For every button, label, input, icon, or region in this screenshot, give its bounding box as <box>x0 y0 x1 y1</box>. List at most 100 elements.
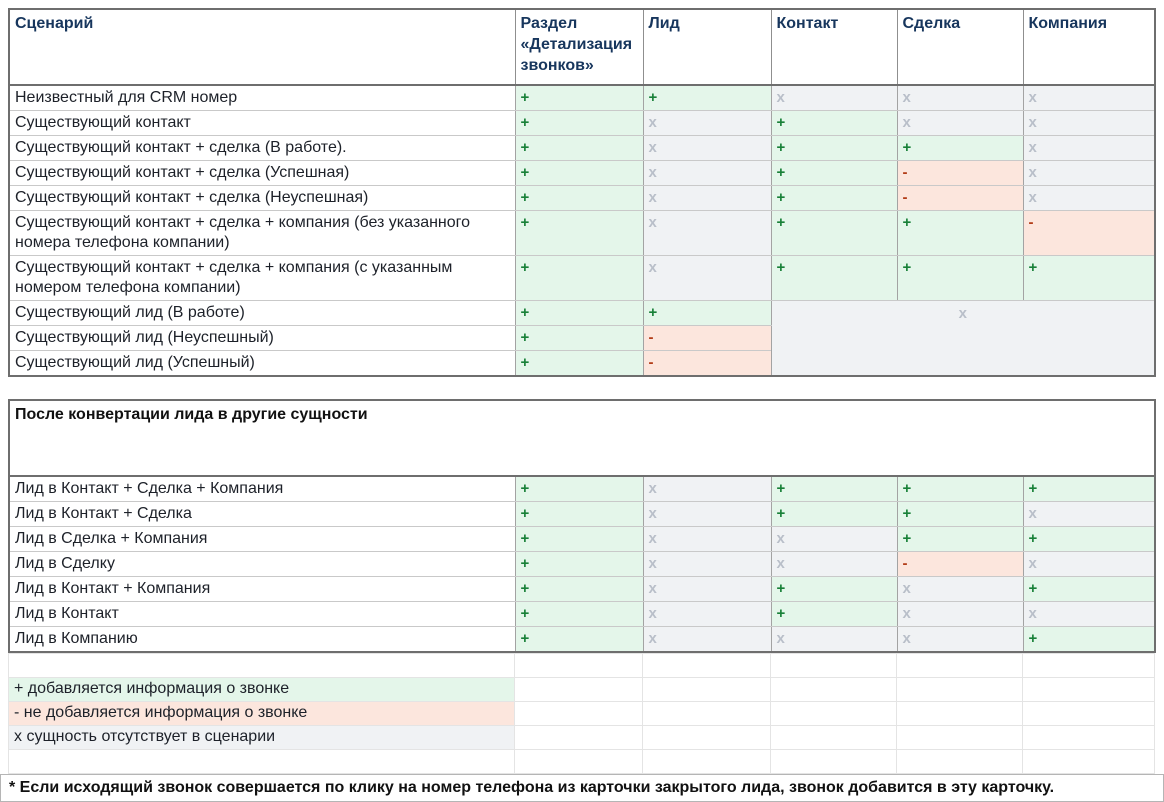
value-cell: x <box>771 85 897 111</box>
value-cell: - <box>643 326 771 351</box>
empty-cell <box>897 702 1023 726</box>
table-row: Лид в Контакт+x+xx <box>9 602 1155 627</box>
value-cell: x <box>771 552 897 577</box>
value-cell: + <box>771 577 897 602</box>
value-cell: + <box>771 256 897 301</box>
column-header-3: Контакт <box>771 9 897 85</box>
empty-cell <box>515 678 643 702</box>
value-cell: + <box>515 577 643 602</box>
value-cell: - <box>1023 211 1155 256</box>
value-cell: + <box>771 186 897 211</box>
empty-cell <box>771 726 897 750</box>
empty-cell <box>643 678 771 702</box>
empty-grid-row <box>9 750 1155 774</box>
value-cell: x <box>897 85 1023 111</box>
scenario-label: Лид в Сделка + Компания <box>9 527 515 552</box>
value-cell: + <box>515 211 643 256</box>
value-cell: + <box>1023 476 1155 502</box>
scenario-label: Существующий лид (В работе) <box>9 301 515 326</box>
call-scenarios-table: СценарийРаздел «Детализация звонков»ЛидК… <box>8 8 1156 377</box>
value-cell: + <box>643 301 771 326</box>
value-cell: + <box>771 602 897 627</box>
value-cell: x <box>1023 136 1155 161</box>
value-cell: + <box>515 256 643 301</box>
empty-cell <box>1023 678 1155 702</box>
value-cell: x <box>1023 111 1155 136</box>
value-cell: - <box>897 161 1023 186</box>
table-row: Существующий контакт + сделка + компания… <box>9 256 1155 301</box>
table-row: Существующий лид (В работе)++x <box>9 301 1155 326</box>
scenario-label: Существующий контакт + сделка (Успешная) <box>9 161 515 186</box>
empty-cell <box>9 750 515 774</box>
value-cell: + <box>771 111 897 136</box>
empty-cell <box>897 654 1023 678</box>
value-cell: + <box>643 85 771 111</box>
value-cell: x <box>643 211 771 256</box>
scenario-label: Существующий лид (Неуспешный) <box>9 326 515 351</box>
scenario-label: Существующий контакт + сделка (Неуспешна… <box>9 186 515 211</box>
value-cell: + <box>515 502 643 527</box>
legend-row: x сущность отсутствует в сценарии <box>9 726 1155 750</box>
table-header-row: СценарийРаздел «Детализация звонков»ЛидК… <box>9 9 1155 85</box>
value-cell: x <box>771 527 897 552</box>
value-cell: + <box>771 161 897 186</box>
empty-cell <box>9 654 515 678</box>
legend-item-plus: + добавляется информация о звонке <box>9 678 515 702</box>
empty-cell <box>771 750 897 774</box>
value-cell: - <box>897 186 1023 211</box>
table-row: Существующий контакт+x+xx <box>9 111 1155 136</box>
scenario-label: Существующий контакт <box>9 111 515 136</box>
empty-cell <box>643 726 771 750</box>
scenario-label: Неизвестный для CRM номер <box>9 85 515 111</box>
value-cell: x <box>1023 161 1155 186</box>
merged-absent-cell: x <box>771 301 1155 377</box>
value-cell: + <box>515 476 643 502</box>
value-cell: x <box>643 476 771 502</box>
value-cell: + <box>515 85 643 111</box>
table-row: Лид в Контакт + Сделка+x++x <box>9 502 1155 527</box>
value-cell: + <box>897 256 1023 301</box>
value-cell: + <box>515 161 643 186</box>
value-cell: + <box>1023 627 1155 653</box>
value-cell: + <box>515 351 643 377</box>
empty-cell <box>1023 702 1155 726</box>
value-cell: + <box>897 527 1023 552</box>
table-row: Лид в Контакт + Сделка + Компания+x+++ <box>9 476 1155 502</box>
empty-cell <box>643 750 771 774</box>
empty-cell <box>515 702 643 726</box>
column-header-1: Раздел «Детализация звонков» <box>515 9 643 85</box>
value-cell: + <box>897 476 1023 502</box>
scenario-label: Существующий контакт + сделка + компания… <box>9 256 515 301</box>
empty-cell <box>771 654 897 678</box>
footnote-text: * Если исходящий звонок совершается по к… <box>9 779 1054 796</box>
value-cell: x <box>643 111 771 136</box>
legend-table: + добавляется информация о звонке- не до… <box>8 653 1155 774</box>
value-cell: x <box>897 627 1023 653</box>
column-header-5: Компания <box>1023 9 1155 85</box>
scenario-label: Лид в Контакт + Сделка + Компания <box>9 476 515 502</box>
column-header-4: Сделка <box>897 9 1023 85</box>
value-cell: + <box>771 502 897 527</box>
section-title: После конвертации лида в другие сущности <box>9 400 1155 476</box>
empty-cell <box>897 678 1023 702</box>
value-cell: x <box>643 186 771 211</box>
value-cell: + <box>897 502 1023 527</box>
value-cell: x <box>1023 85 1155 111</box>
empty-cell <box>643 702 771 726</box>
value-cell: + <box>515 602 643 627</box>
value-cell: + <box>1023 577 1155 602</box>
legend-row: - не добавляется информация о звонке <box>9 702 1155 726</box>
value-cell: x <box>771 627 897 653</box>
value-cell: x <box>897 577 1023 602</box>
scenario-label: Лид в Контакт + Сделка <box>9 502 515 527</box>
empty-grid-row <box>9 654 1155 678</box>
value-cell: + <box>515 552 643 577</box>
value-cell: x <box>643 256 771 301</box>
value-cell: x <box>643 577 771 602</box>
scenario-label: Лид в Компанию <box>9 627 515 653</box>
value-cell: + <box>897 211 1023 256</box>
value-cell: x <box>643 552 771 577</box>
value-cell: x <box>897 602 1023 627</box>
value-cell: x <box>897 111 1023 136</box>
empty-cell <box>771 678 897 702</box>
